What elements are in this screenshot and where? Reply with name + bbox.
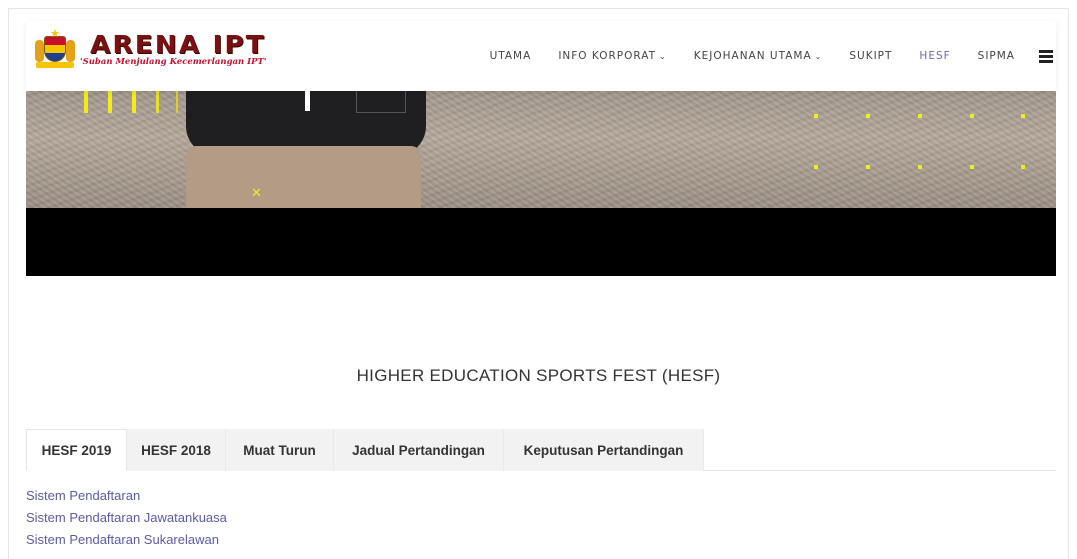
brand: ARENA IPT 'Suban Menjulang Kecemerlangan… xyxy=(80,32,266,67)
tab-hesf-2018[interactable]: HESF 2018 xyxy=(127,429,226,471)
link-list: Sistem Pendaftaran Sistem Pendaftaran Ja… xyxy=(26,485,227,551)
tab-jadual-pertandingan[interactable]: Jadual Pertandingan xyxy=(334,429,504,471)
chevron-down-icon: ⌄ xyxy=(659,52,667,61)
page-title: HIGHER EDUCATION SPORTS FEST (HESF) xyxy=(356,366,721,385)
site-logo[interactable]: ★ ARENA IPT 'Suban Menjulang Kecemerlang… xyxy=(34,28,266,68)
nav-item-utama[interactable]: UTAMA xyxy=(490,50,532,62)
hero-black-band xyxy=(26,208,1056,276)
link-sistem-pendaftaran-sukarelawan[interactable]: Sistem Pendaftaran Sukarelawan xyxy=(26,529,227,551)
link-sistem-pendaftaran[interactable]: Sistem Pendaftaran xyxy=(26,485,227,507)
tab-hesf-2019[interactable]: HESF 2019 xyxy=(26,429,127,471)
tab-bar: HESF 2019 HESF 2018 Muat Turun Jadual Pe… xyxy=(26,429,1056,471)
tab-keputusan-pertandingan[interactable]: Keputusan Pertandingan xyxy=(504,429,704,471)
brand-name: ARENA IPT xyxy=(90,30,266,59)
chevron-down-icon: ⌄ xyxy=(814,52,823,61)
nav-item-sukipt[interactable]: SUKIPT xyxy=(849,50,892,62)
nav-item-sipma[interactable]: SIPMA xyxy=(978,50,1015,62)
nav-item-kejohanan-utama[interactable]: KEJOHANAN UTAMA ⌄ xyxy=(694,50,823,62)
tab-muat-turun[interactable]: Muat Turun xyxy=(226,429,334,471)
hero-banner: ✕ xyxy=(26,91,1056,208)
main-nav: UTAMA INFO KORPORAT ⌄ KEJOHANAN UTAMA ⌄ SU… xyxy=(463,21,1056,91)
nav-item-hesf[interactable]: HESF xyxy=(919,50,950,62)
x-mark-icon: ✕ xyxy=(251,186,262,201)
hamburger-icon[interactable] xyxy=(1039,50,1053,63)
coat-of-arms-icon: ★ xyxy=(34,28,76,68)
nav-item-info-korporat[interactable]: INFO KORPORAT ⌄ xyxy=(558,50,666,62)
link-sistem-pendaftaran-jawatankuasa[interactable]: Sistem Pendaftaran Jawatankuasa xyxy=(26,507,227,529)
site-header: ★ ARENA IPT 'Suban Menjulang Kecemerlang… xyxy=(26,21,1056,91)
